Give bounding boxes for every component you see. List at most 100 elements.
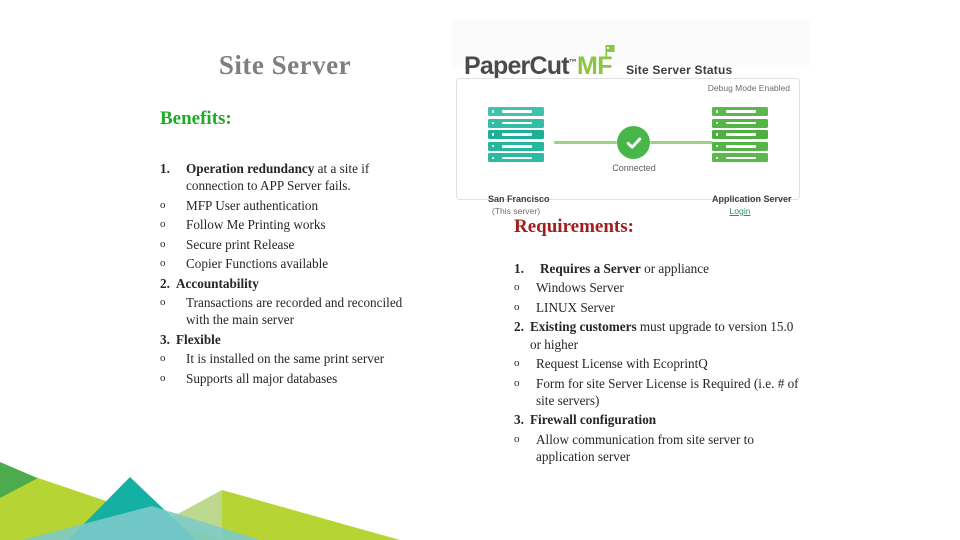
server-unit [712,107,768,116]
list-bullet: o [514,357,520,370]
site-server-stack: San Francisco (This server) [488,107,550,216]
list-item: o Request License with EcoprintQ [514,355,804,372]
deco-shape-right-green [222,490,400,540]
list-bullet: o [160,257,166,270]
list-bullet: o [160,295,166,308]
server-unit [712,153,768,163]
list-item: o It is installed on the same print serve… [160,350,422,367]
list-item: 1. Operation redundancy at a site if conn… [160,160,422,195]
list-item-text: Copier Functions available [186,256,329,272]
list-item-text: Allow communication from site server to … [536,431,754,465]
list-number: 3. [160,331,170,347]
server-unit [488,118,544,128]
deco-shape-light-teal [22,506,260,540]
list-item: o MFP User authentication [160,197,422,214]
application-server-login-link[interactable]: Login [712,206,768,216]
papercut-site-server-status-screenshot: PaperCut™ MF Site Server Status Debug Mo… [452,20,810,216]
list-item: o Allow communication from site server to… [514,431,804,466]
list-item: o Transactions are recorded and reconcile… [160,294,422,329]
requirements-list: 1. Requires a Server or appliance o Windows… [514,260,804,466]
list-bullet: o [514,432,520,445]
list-bullet: o [160,352,166,365]
list-item-text: Existing customers must upgrade to versi… [530,319,794,352]
list-bullet: o [514,300,520,313]
debug-mode-label: Debug Mode Enabled [707,83,790,93]
site-server-name: San Francisco [488,194,550,204]
list-item-text: MFP User authentication [186,197,319,213]
application-server-name: Application Server [712,194,792,204]
list-item-text: Request License with EcoprintQ [536,356,708,372]
logo-wordmark: PaperCut™ [464,52,577,80]
papercut-logo: PaperCut™ MF Site Server Status [464,45,733,80]
list-bullet: o [160,237,166,250]
server-unit [488,141,544,151]
list-item: 1. Requires a Server or appliance [514,260,804,277]
list-item: o Form for site Server License is Require… [514,375,804,410]
list-item-text: Form for site Server License is Required… [536,375,799,408]
list-bullet: o [160,371,166,384]
logo-cut-text: Cut [529,52,569,80]
list-item-text: It is installed on the same print server [186,351,385,367]
list-item: 2. Existing customers must upgrade to ver… [514,318,804,353]
site-server-status-panel: Debug Mode Enabled San Francisco (This s… [456,78,800,216]
list-item: 3. Firewall configuration [514,411,804,428]
list-item-text: Supports all major databases [186,370,338,386]
list-item-text: Transactions are recorded and reconciled… [186,294,403,328]
list-item: o Windows Server [514,279,804,296]
logo-mf-text: MF [577,45,615,79]
list-item: o Supports all major databases [160,370,422,387]
list-item-text: Requires a Server or appliance [540,261,709,276]
requirements-section: Requirements: 1. Requires a Server or app… [514,216,804,468]
list-item-text: LINUX Server [536,299,615,315]
server-unit [712,141,768,151]
list-item-emphasis: Flexible [176,331,221,347]
benefits-heading: Benefits: [160,108,232,129]
list-number: 1. [160,161,170,176]
benefits-list: 1. Operation redundancy at a site if conn… [160,160,422,387]
list-item-text: Windows Server [536,280,624,296]
list-bullet: o [514,376,520,389]
list-number: 3. [514,412,524,428]
deco-shape-yellow-green [0,478,222,540]
list-item-text: Accountability [176,275,422,292]
application-server-stack: Application Server Login [712,107,792,216]
screenshot-status-title: Site Server Status [626,62,733,77]
list-item-text: Firewall configuration [530,411,804,428]
list-item-text: Flexible [176,331,422,348]
flag-icon [605,45,615,57]
list-number: 2. [514,319,524,335]
trademark-icon: ™ [568,57,577,67]
list-item-emphasis: Existing customers [530,319,637,335]
site-server-caption: San Francisco (This server) [488,194,550,216]
list-item: o Follow Me Printing works [160,216,422,233]
server-unit [488,107,544,116]
connector-line-right [650,141,713,144]
list-item: o Copier Functions available [160,255,422,272]
list-item-emphasis: Operation redundancy [186,161,315,176]
list-item: o LINUX Server [514,299,804,316]
list-bullet: o [514,281,520,294]
list-item-text: Follow Me Printing works [186,217,326,233]
server-unit [488,130,544,140]
server-unit [712,118,768,128]
list-item-emphasis: Requires a Server [540,261,641,276]
page-title: Site Server [218,50,352,80]
deco-shape-dark-green [0,462,60,540]
list-item: 3. Flexible [160,331,422,348]
server-unit [488,153,544,163]
connected-check-icon [617,126,650,159]
deco-shape-pale-green [174,490,268,540]
list-number: 2. [160,275,170,291]
list-bullet: o [160,198,166,211]
logo-paper-text: Paper [464,52,530,80]
application-server-caption: Application Server Login [712,194,792,216]
list-number: 1. [514,261,524,276]
benefits-section: Benefits: 1. Operation redundancy at a si… [160,108,422,389]
list-item-emphasis: Accountability [176,275,259,291]
site-server-sublabel: (This server) [491,206,541,216]
list-item: o Secure print Release [160,236,422,253]
connection-status-label: Connected [612,163,656,173]
server-unit [712,130,768,140]
deco-shape-teal [68,477,196,540]
list-item: 2. Accountability [160,275,422,292]
